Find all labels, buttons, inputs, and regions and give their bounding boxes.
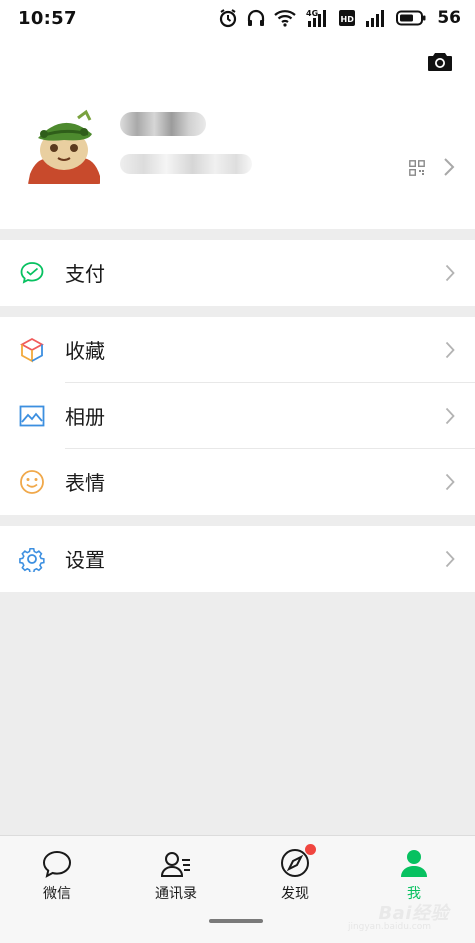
tab-contacts[interactable]: 通讯录 — [117, 844, 235, 906]
chevron-right-icon[interactable] — [443, 157, 455, 177]
watermark-text2: 经验 — [412, 903, 449, 924]
signal-icon — [366, 10, 385, 27]
chat-bubble-icon — [42, 850, 72, 878]
menu-label-pay: 支付 — [65, 261, 105, 286]
status-icons: 4G HD 56 — [218, 8, 461, 28]
menu-item-stickers[interactable]: 表情 — [0, 449, 475, 515]
blurred-nickname — [120, 112, 206, 136]
menu-label-settings: 设置 — [65, 547, 105, 572]
wifi-icon — [274, 10, 297, 27]
headphones-icon — [248, 9, 265, 26]
tab-discover[interactable]: 发现 — [236, 844, 354, 906]
chevron-right-icon — [445, 407, 455, 425]
svg-text:HD: HD — [341, 15, 355, 24]
status-bar: 10:57 4G HD 56 — [0, 0, 475, 36]
alarm-icon — [220, 9, 237, 28]
menu-item-settings[interactable]: 设置 — [0, 526, 475, 592]
qr-code-icon[interactable] — [409, 160, 425, 176]
cube-icon — [18, 336, 46, 364]
tab-label-contacts: 通讯录 — [155, 886, 197, 902]
hd-icon: HD — [339, 10, 356, 26]
chevron-right-icon — [445, 264, 455, 282]
signal-4g-icon: 4G — [306, 9, 327, 27]
contacts-icon — [160, 852, 190, 877]
blurred-wechat-id — [120, 154, 252, 174]
network-label: 4G — [306, 9, 318, 18]
menu-label-album: 相册 — [65, 404, 105, 429]
wechat-pay-icon — [18, 259, 46, 287]
menu-label-favorites: 收藏 — [65, 338, 105, 363]
chevron-right-icon — [445, 550, 455, 568]
notification-badge-dot — [305, 844, 316, 855]
menu-group-content: 收藏 相册 表情 — [0, 317, 475, 515]
menu-group-settings: 设置 — [0, 526, 475, 592]
menu-label-stickers: 表情 — [65, 470, 105, 495]
camera-icon[interactable] — [427, 50, 453, 72]
tab-label-chats: 微信 — [43, 886, 71, 902]
watermark-url: jingyan.baidu.com — [347, 922, 431, 932]
menu-item-album[interactable]: 相册 — [0, 383, 475, 449]
chevron-right-icon — [445, 341, 455, 359]
avatar[interactable] — [24, 104, 104, 184]
menu-item-pay[interactable]: 支付 — [0, 240, 475, 306]
menu-group-pay: 支付 — [0, 240, 475, 306]
tab-me[interactable]: 我 — [355, 844, 473, 906]
battery-icon — [396, 10, 426, 26]
gear-icon — [18, 545, 46, 573]
home-indicator[interactable] — [209, 919, 263, 923]
tab-label-discover: 发现 — [281, 886, 309, 902]
battery-level: 56 — [437, 8, 461, 28]
status-time: 10:57 — [18, 7, 77, 29]
person-icon — [401, 850, 427, 877]
watermark-text: Bai — [378, 903, 412, 924]
profile-header[interactable] — [0, 36, 475, 229]
chevron-right-icon — [445, 473, 455, 491]
smiley-icon — [18, 468, 46, 496]
menu-item-favorites[interactable]: 收藏 — [0, 317, 475, 383]
tab-chats[interactable]: 微信 — [0, 844, 116, 906]
photo-album-icon — [18, 402, 46, 430]
